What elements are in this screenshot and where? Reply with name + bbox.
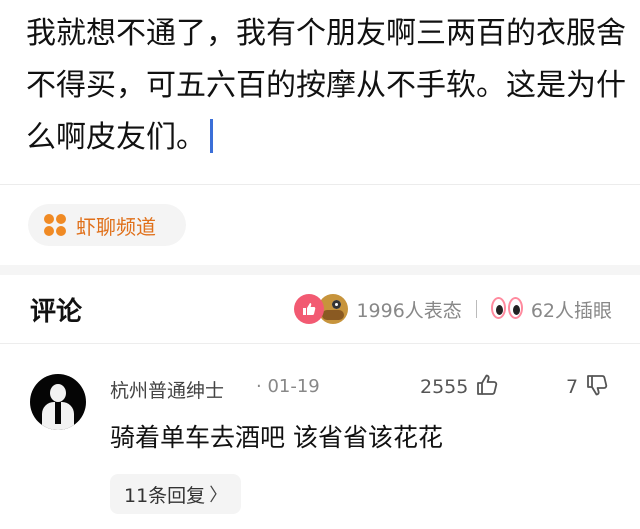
divider — [0, 343, 640, 344]
grab-count: 62人插眼 — [530, 299, 612, 322]
channel-chip[interactable]: 虾聊频道 — [28, 204, 186, 246]
avatar[interactable] — [30, 374, 86, 430]
like-button[interactable]: 2555 — [420, 372, 500, 402]
replies-label: 11条回复 — [124, 484, 206, 507]
thumbs-up-reaction-icon — [294, 294, 325, 324]
view-replies-button[interactable]: 11条回复 〉 — [110, 474, 242, 514]
like-count: 2555 — [420, 376, 469, 398]
channel-label: 虾聊频道 — [76, 214, 156, 239]
thumbs-up-icon — [474, 372, 500, 402]
divider — [0, 184, 640, 185]
reaction-count: 1996人表态 — [356, 299, 462, 322]
separator — [475, 300, 477, 318]
dots-grid-icon — [44, 214, 66, 236]
reaction-summary[interactable]: 1996人表态 62人插眼 — [294, 292, 612, 326]
text-caret — [210, 119, 213, 153]
comment-date: · 01-19 — [256, 376, 320, 397]
comments-title: 评论 — [30, 297, 83, 327]
post-text: 我就想不通了，我有个朋友啊三两百的衣服舍不得买，可五六百的按摩从不手软。这是为什… — [26, 8, 626, 164]
thumbs-down-icon — [584, 372, 610, 402]
post-text-content: 我就想不通了，我有个朋友啊三两百的衣服舍不得买，可五六百的按摩从不手软。这是为什… — [26, 16, 626, 155]
section-separator — [0, 265, 640, 275]
dislike-button[interactable]: 7 — [566, 372, 610, 402]
comment-text: 骑着单车去酒吧 该省省该花花 — [110, 423, 443, 452]
chevron-right-icon: 〉 — [209, 485, 228, 506]
eyes-icon — [490, 295, 525, 323]
dislike-count: 7 — [566, 376, 579, 398]
comment-username[interactable]: 杭州普通绅士 — [110, 376, 224, 403]
